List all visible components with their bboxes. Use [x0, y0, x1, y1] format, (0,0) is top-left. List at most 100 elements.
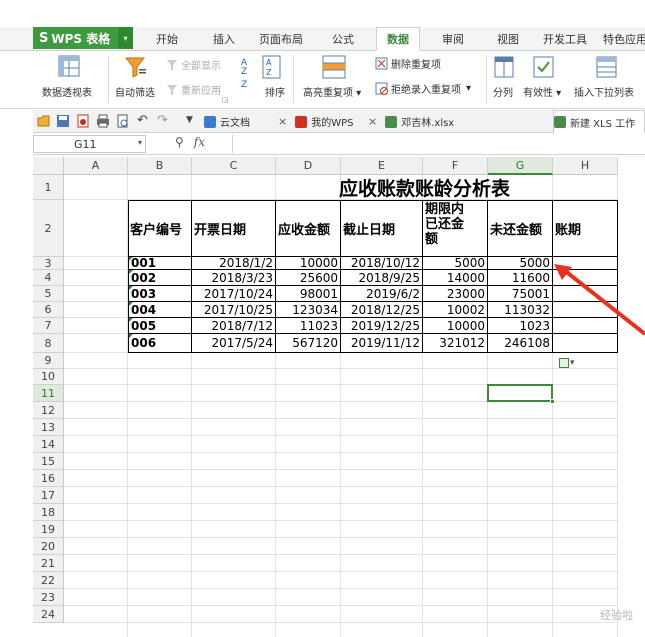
pivot-table-button[interactable]: 数据透视表	[42, 84, 92, 99]
filter-icon[interactable]	[124, 55, 148, 79]
column-header[interactable]: A	[64, 157, 128, 175]
row-header[interactable]: 22	[33, 572, 64, 589]
table-cell[interactable]: 1023	[489, 318, 552, 333]
row-header[interactable]: 18	[33, 504, 64, 521]
sort-button[interactable]: 排序	[265, 84, 285, 99]
row-header[interactable]: 2	[33, 200, 64, 257]
table-cell[interactable]: 2019/11/12	[342, 334, 422, 352]
row-header[interactable]: 15	[33, 453, 64, 470]
show-all-button[interactable]: 全部显示	[166, 57, 221, 72]
insert-function-button[interactable]: fx	[194, 135, 205, 149]
tab-6[interactable]: 视图	[487, 27, 529, 51]
tab-5[interactable]: 审阅	[432, 27, 474, 51]
table-cell[interactable]: 2017/10/25	[193, 302, 275, 317]
close-icon[interactable]: ×	[278, 115, 287, 128]
doc-tab-1[interactable]: × 我的WPS	[278, 110, 366, 133]
table-cell[interactable]: 10000	[424, 318, 487, 333]
column-header[interactable]: H	[553, 157, 618, 175]
table-cell[interactable]: 123034	[277, 302, 340, 317]
table-cell[interactable]: 113032	[489, 302, 552, 317]
table-cell[interactable]: 246108	[489, 334, 552, 352]
row-header[interactable]: 3	[33, 257, 64, 270]
table-cell[interactable]: 11023	[277, 318, 340, 333]
customer-id-cell[interactable]: 001	[129, 257, 191, 269]
table-header-cell[interactable]: 截止日期	[342, 201, 422, 256]
table-header-cell[interactable]: 未还金额	[489, 201, 552, 256]
row-header[interactable]: 21	[33, 555, 64, 572]
insert-dropdown-button[interactable]: 插入下拉列表	[574, 84, 634, 99]
doc-tab-2[interactable]: × 邓吉林.xlsx	[368, 110, 546, 133]
select-all-corner[interactable]	[33, 157, 64, 175]
print-icon[interactable]	[96, 114, 110, 128]
table-cell[interactable]: 25600	[277, 270, 340, 285]
column-header[interactable]: C	[192, 157, 276, 175]
customer-id-cell[interactable]: 005	[129, 318, 191, 333]
customize-toolbar-icon[interactable]: ▼	[186, 115, 193, 125]
row-header[interactable]: 10	[33, 369, 64, 385]
row-header[interactable]: 20	[33, 538, 64, 555]
table-cell[interactable]: 75001	[489, 286, 552, 301]
row-header[interactable]: 14	[33, 436, 64, 453]
tab-8[interactable]: 特色应用	[600, 27, 645, 51]
save-icon[interactable]	[56, 114, 70, 128]
customer-id-cell[interactable]: 002	[129, 270, 191, 285]
row-header[interactable]: 8	[33, 334, 64, 353]
insert-dropdown-icon[interactable]	[596, 55, 618, 79]
table-cell[interactable]: 321012	[424, 334, 487, 352]
table-cell[interactable]: 2018/10/12	[342, 257, 422, 269]
sort-icon[interactable]: A Z	[262, 55, 282, 79]
name-box[interactable]: G11 ▾	[33, 135, 146, 153]
autofilter-button[interactable]: 自动筛选	[115, 84, 155, 99]
table-cell[interactable]: 98001	[277, 286, 340, 301]
row-header[interactable]: 19	[33, 521, 64, 538]
table-cell[interactable]: 567120	[277, 334, 340, 352]
table-header-cell[interactable]: 账期	[554, 201, 617, 256]
customer-id-cell[interactable]: 004	[129, 302, 191, 317]
export-pdf-icon[interactable]	[76, 114, 90, 128]
tab-4[interactable]: 数据	[376, 27, 420, 51]
open-folder-icon[interactable]	[37, 114, 51, 128]
table-cell[interactable]: 5000	[489, 257, 552, 269]
table-cell[interactable]: 2018/3/23	[193, 270, 275, 285]
table-cell[interactable]: 10002	[424, 302, 487, 317]
row-header[interactable]: 23	[33, 589, 64, 606]
table-cell[interactable]: 2017/10/24	[193, 286, 275, 301]
row-header[interactable]: 24	[33, 606, 64, 623]
text-to-columns-icon[interactable]	[494, 55, 514, 79]
tab-7[interactable]: 开发工具	[537, 27, 593, 51]
worksheet-grid[interactable]: A B C D E F G H 1 2 3 4 5 6 7 8 9 10 11 12 13 14 15 16 17 18 19 20 2…	[33, 157, 645, 637]
row-header[interactable]: 9	[33, 353, 64, 369]
tab-0[interactable]: 开始	[147, 27, 187, 51]
row-header[interactable]: 7	[33, 318, 64, 334]
zoom-icon[interactable]: ⚲	[175, 135, 184, 149]
close-icon[interactable]: ×	[368, 115, 377, 128]
row-header[interactable]: 6	[33, 302, 64, 318]
table-cell[interactable]: 2019/12/25	[342, 318, 422, 333]
table-header-cell[interactable]: 期限内 已还金 额	[424, 201, 487, 256]
table-cell[interactable]: 14000	[424, 270, 487, 285]
row-header[interactable]: 16	[33, 470, 64, 487]
delete-duplicates-button[interactable]: 删除重复项	[375, 56, 441, 71]
reject-duplicates-button[interactable]: 拒绝录入重复项 ▾	[375, 81, 471, 96]
validity-button[interactable]: 有效性 ▾	[523, 84, 561, 99]
table-cell[interactable]: 2018/1/2	[193, 257, 275, 269]
app-menu-button[interactable]: S WPS 表格 ▾	[33, 27, 133, 49]
paste-options-icon[interactable]: ▾	[559, 356, 581, 370]
split-columns-button[interactable]: 分列	[493, 84, 513, 99]
highlight-duplicates-button[interactable]: 高亮重复项 ▾	[303, 84, 361, 99]
table-header-cell[interactable]: 应收金额	[277, 201, 340, 256]
table-cell[interactable]: 2018/12/25	[342, 302, 422, 317]
customer-id-cell[interactable]: 003	[129, 286, 191, 301]
row-header[interactable]: 13	[33, 419, 64, 436]
tab-1[interactable]: 插入	[204, 27, 244, 51]
table-header-cell[interactable]: 客户编号	[129, 201, 191, 256]
table-cell[interactable]: 2017/5/24	[193, 334, 275, 352]
tab-3[interactable]: 公式	[322, 27, 364, 51]
table-cell[interactable]: 5000	[424, 257, 487, 269]
doc-tab-0[interactable]: 云文档	[204, 110, 278, 133]
row-header[interactable]: 11	[33, 385, 64, 402]
customer-id-cell[interactable]: 006	[129, 334, 191, 352]
table-cell[interactable]: 11600	[489, 270, 552, 285]
fill-handle[interactable]	[550, 399, 555, 404]
redo-icon[interactable]: ↷	[157, 113, 168, 128]
